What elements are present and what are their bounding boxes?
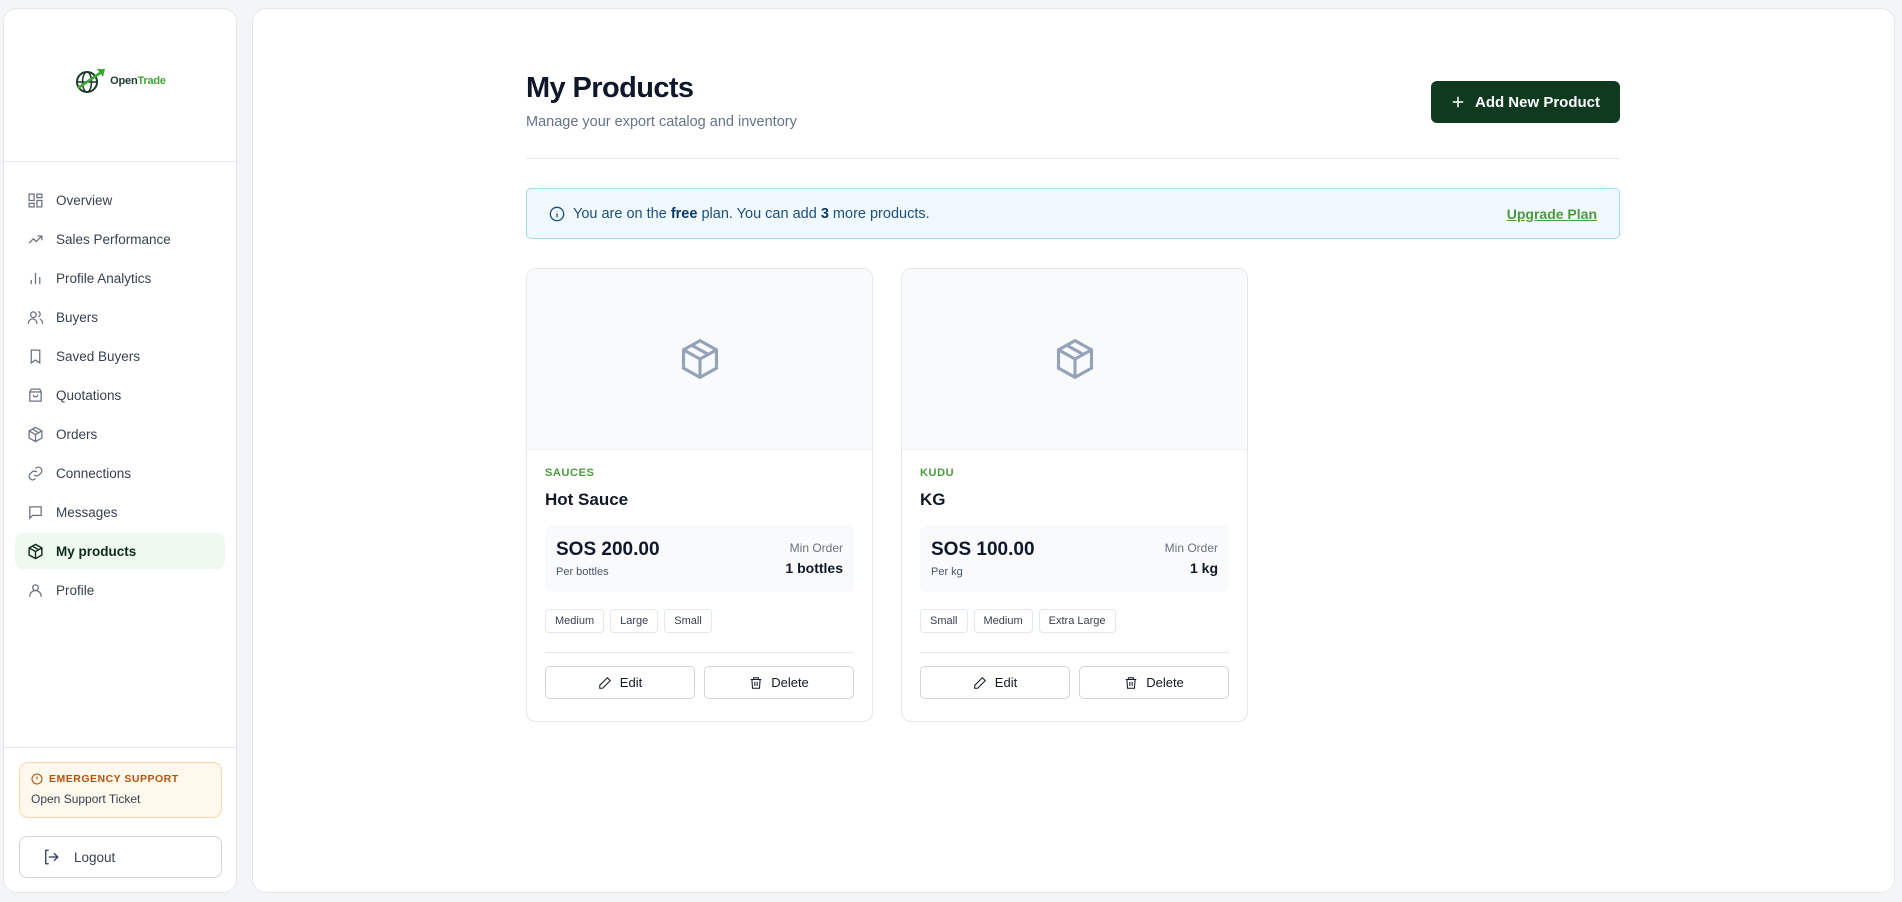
trending-up-icon [28, 234, 43, 243]
plan-message: You are on the free plan. You can add 3 … [549, 206, 930, 222]
bookmark-icon [30, 348, 41, 364]
package-icon [28, 543, 43, 559]
product-card: KUDU KG SOS 100.00 Per kg Min Order 1 kg [901, 268, 1248, 722]
size-tag: Small [664, 609, 712, 633]
link-icon [28, 466, 43, 480]
page-title: My Products [526, 72, 694, 104]
grid-icon [28, 192, 43, 208]
brand-area: OpenTrade [4, 9, 236, 162]
sidebar-item-overview[interactable]: Overview [15, 182, 225, 218]
size-tags: Small Medium Extra Large [920, 609, 1229, 653]
product-card: SAUCES Hot Sauce SOS 200.00 Per bottles … [526, 268, 873, 722]
product-category: KUDU [920, 467, 955, 479]
sidebar-item-label: Saved Buyers [56, 348, 141, 364]
shopping-bag-icon [29, 387, 42, 402]
alert-circle-icon [31, 773, 43, 785]
sidebar-item-quotations[interactable]: Quotations [15, 377, 225, 413]
edit-button[interactable]: Edit [920, 666, 1070, 699]
trash-icon [1125, 676, 1137, 689]
pencil-icon [974, 676, 986, 689]
sidebar-item-label: Connections [56, 465, 132, 481]
add-new-product-button[interactable]: Add New Product [1430, 81, 1620, 123]
emergency-support-box[interactable]: EMERGENCY SUPPORT Open Support Ticket [19, 762, 222, 818]
sidebar-item-label: Sales Performance [56, 231, 171, 247]
min-order-label: Min Order [789, 541, 843, 555]
sidebar-item-label: Profile Analytics [56, 270, 152, 286]
size-tag: Medium [973, 609, 1033, 633]
product-category: SAUCES [545, 467, 595, 479]
product-name: KG [920, 490, 946, 509]
sidebar-item-label: Orders [56, 426, 98, 442]
sidebar-item-connections[interactable]: Connections [15, 455, 225, 491]
sidebar: OpenTrade Overview Sales Performance Pro… [3, 8, 237, 893]
logout-label: Logout [74, 849, 116, 865]
price-unit: Per bottles [556, 566, 609, 578]
sidebar-item-saved-buyers[interactable]: Saved Buyers [15, 338, 225, 374]
main-content: My Products Manage your export catalog a… [526, 9, 1620, 722]
card-actions: Edit Delete [545, 666, 854, 699]
min-order-value: 1 bottles [785, 560, 843, 576]
sidebar-item-label: Messages [56, 504, 118, 520]
main-panel: My Products Manage your export catalog a… [252, 8, 1895, 893]
size-tag: Large [610, 609, 659, 633]
message-square-icon [29, 505, 42, 520]
trash-icon [750, 676, 762, 689]
delete-button[interactable]: Delete [1079, 666, 1229, 699]
brand-name: OpenTrade [110, 75, 166, 87]
plan-name: free [670, 205, 698, 222]
card-actions: Edit Delete [920, 666, 1229, 699]
emergency-support-title: EMERGENCY SUPPORT [31, 773, 210, 785]
sidebar-item-label: Profile [56, 582, 95, 598]
package-icon [681, 338, 718, 380]
logout-button[interactable]: Logout [19, 836, 222, 878]
product-grid: SAUCES Hot Sauce SOS 200.00 Per bottles … [526, 268, 1620, 722]
package-icon [28, 426, 43, 442]
sidebar-nav: Overview Sales Performance Profile Analy… [4, 162, 236, 747]
sidebar-item-label: Overview [56, 192, 113, 208]
edit-button[interactable]: Edit [545, 666, 695, 699]
remaining-count: 3 [820, 205, 829, 222]
logout-icon [45, 849, 59, 865]
user-icon [29, 583, 42, 597]
product-price: SOS 100.00 [931, 539, 1035, 560]
sidebar-footer: EMERGENCY SUPPORT Open Support Ticket Lo… [4, 747, 236, 892]
sidebar-item-label: Buyers [56, 309, 99, 325]
product-image-placeholder [902, 269, 1247, 450]
sidebar-item-sales-performance[interactable]: Sales Performance [15, 221, 225, 257]
open-support-ticket-link[interactable]: Open Support Ticket [31, 792, 210, 806]
size-tag: Extra Large [1038, 609, 1116, 633]
bar-chart-icon [30, 272, 41, 284]
upgrade-plan-link[interactable]: Upgrade Plan [1507, 206, 1597, 222]
product-name: Hot Sauce [545, 490, 629, 509]
info-icon [549, 206, 565, 221]
page-header: My Products Manage your export catalog a… [526, 9, 1620, 159]
sidebar-item-label: Quotations [56, 387, 122, 403]
users-icon [27, 310, 44, 324]
delete-button[interactable]: Delete [704, 666, 854, 699]
pencil-icon [599, 676, 611, 689]
size-tag: Medium [545, 609, 605, 633]
sidebar-item-messages[interactable]: Messages [15, 494, 225, 530]
sidebar-item-my-products[interactable]: My products [15, 533, 225, 569]
globe-logo-icon [76, 69, 106, 93]
price-box: SOS 200.00 Per bottles Min Order 1 bottl… [545, 525, 854, 592]
sidebar-item-orders[interactable]: Orders [15, 416, 225, 452]
sidebar-item-label: My products [56, 543, 137, 559]
size-tag: Small [920, 609, 968, 633]
sidebar-item-buyers[interactable]: Buyers [15, 299, 225, 335]
min-order-value: 1 kg [1189, 560, 1218, 576]
brand-logo[interactable]: OpenTrade [74, 66, 166, 96]
package-icon [1056, 338, 1093, 380]
price-box: SOS 100.00 Per kg Min Order 1 kg [920, 525, 1229, 592]
sidebar-item-profile-analytics[interactable]: Profile Analytics [15, 260, 225, 296]
product-price: SOS 200.00 [556, 539, 660, 560]
product-image-placeholder [527, 269, 872, 450]
page-subtitle: Manage your export catalog and inventory [526, 114, 797, 130]
plan-banner: You are on the free plan. You can add 3 … [526, 188, 1620, 239]
sidebar-item-profile[interactable]: Profile [15, 572, 225, 608]
price-unit: Per kg [931, 566, 963, 578]
plus-icon [1452, 96, 1464, 108]
min-order-label: Min Order [1164, 541, 1218, 555]
size-tags: Medium Large Small [545, 609, 854, 653]
